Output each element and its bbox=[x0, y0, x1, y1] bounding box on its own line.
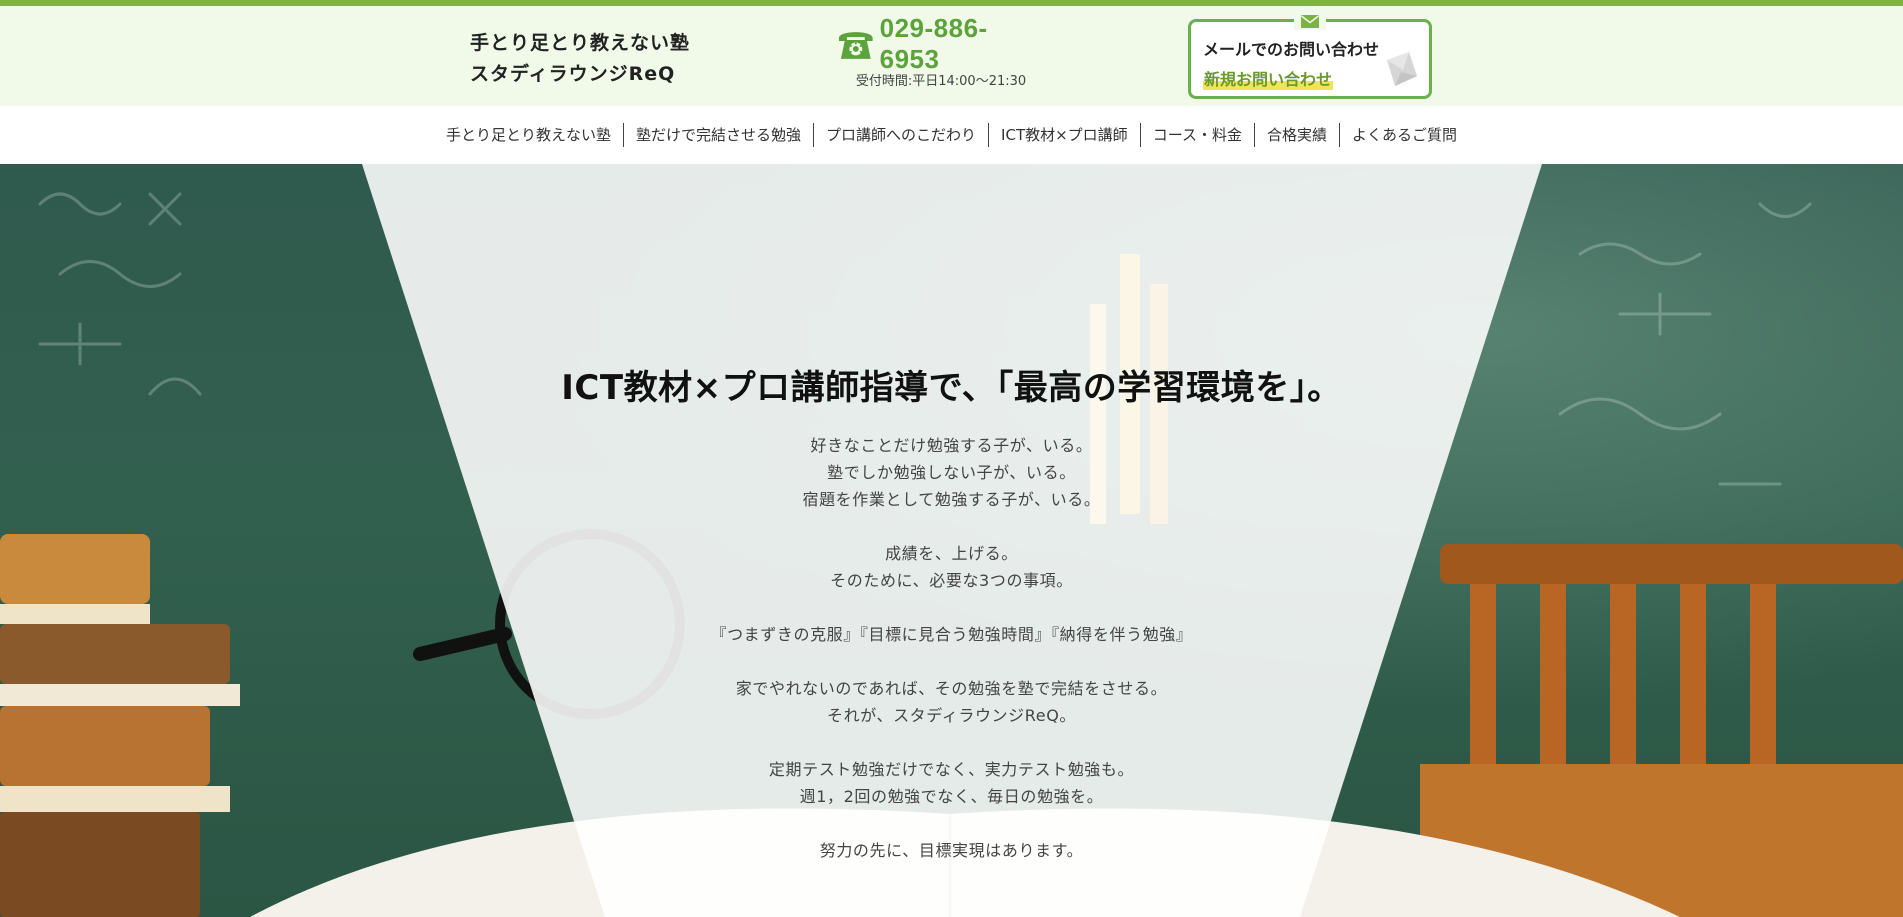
hero-line: そのために、必要な3つの事項。 bbox=[830, 571, 1073, 590]
nav-item-courses-fees[interactable]: コース・料金 bbox=[1141, 123, 1254, 147]
hero-spacer bbox=[0, 594, 1903, 621]
nav-item-results[interactable]: 合格実績 bbox=[1255, 123, 1339, 147]
hero-spacer bbox=[0, 513, 1903, 540]
hero-line: 成績を、上げる。 bbox=[885, 544, 1018, 563]
phone-number[interactable]: 029-886-6953 bbox=[880, 13, 1046, 75]
nav-item-ict-materials[interactable]: ICT教材×プロ講師 bbox=[989, 123, 1140, 147]
hero-spacer bbox=[0, 810, 1903, 837]
hero-spacer bbox=[0, 648, 1903, 675]
hero-line: 『つまずきの克服』『目標に見合う勉強時間』『納得を伴う勉強』 bbox=[710, 625, 1193, 644]
phone-contact[interactable]: 029-886-6953 bbox=[836, 13, 1046, 74]
hero-line: 家でやれないのであれば、その勉強を塾で完結をさせる。 bbox=[735, 679, 1168, 698]
hero-line: 定期テスト勉強だけでなく、実力テスト勉強も。 bbox=[768, 760, 1135, 779]
hero-line: 週1，2回の勉強でなく、毎日の勉強を。 bbox=[799, 787, 1104, 806]
site-header: 手とり足とり教えない塾 スタディラウンジReQ 029-886-6953 受付時… bbox=[0, 6, 1903, 106]
hero-message: 好きなことだけ勉強する子が、いる。 塾でしか勉強しない子が、いる。 宿題を作業と… bbox=[0, 432, 1903, 864]
hero-title: ICT教材×プロ講師指導で、「最高の学習環境を」。 bbox=[561, 368, 1342, 408]
mail-contact-box[interactable]: メールでのお問い合わせ 新規お問い合わせ bbox=[1188, 12, 1432, 99]
global-navigation: 手とり足とり教えない塾 塾だけで完結させる勉強 プロ講師へのこだわり ICT教材… bbox=[0, 106, 1903, 164]
nav-item-pro-teachers[interactable]: プロ講師へのこだわり bbox=[814, 123, 988, 147]
telephone-icon bbox=[838, 32, 873, 59]
brand-tagline: 手とり足とり教えない塾 bbox=[470, 32, 691, 54]
letter-decoration-icon bbox=[1387, 52, 1417, 86]
nav-item-no-spoonfeeding[interactable]: 手とり足とり教えない塾 bbox=[434, 123, 623, 147]
hero-spacer bbox=[0, 729, 1903, 756]
hero-line: 宿題を作業として勉強する子が、いる。 bbox=[802, 490, 1101, 509]
brand-name: スタディラウンジReQ bbox=[470, 63, 676, 85]
hero-section: ICT教材×プロ講師指導で、「最高の学習環境を」。 好きなことだけ勉強する子が、… bbox=[0, 164, 1903, 917]
mail-contact-title: メールでのお問い合わせ bbox=[1203, 40, 1380, 59]
hero-line: それが、スタディラウンジReQ。 bbox=[827, 706, 1076, 725]
business-hours: 受付時間:平日14:00～21:30 bbox=[855, 74, 1027, 89]
nav-item-faq[interactable]: よくあるご質問 bbox=[1340, 123, 1469, 147]
new-inquiry-link[interactable]: 新規お問い合わせ bbox=[1203, 66, 1334, 90]
hero-line: 塾でしか勉強しない子が、いる。 bbox=[827, 463, 1076, 482]
nav-item-study-at-school[interactable]: 塾だけで完結させる勉強 bbox=[624, 123, 813, 147]
hero-line: 努力の先に、目標実現はあります。 bbox=[819, 841, 1084, 860]
brand-logo[interactable]: 手とり足とり教えない塾 スタディラウンジReQ bbox=[470, 28, 710, 90]
hero-line: 好きなことだけ勉強する子が、いる。 bbox=[810, 436, 1093, 455]
envelope-icon bbox=[1294, 12, 1326, 30]
